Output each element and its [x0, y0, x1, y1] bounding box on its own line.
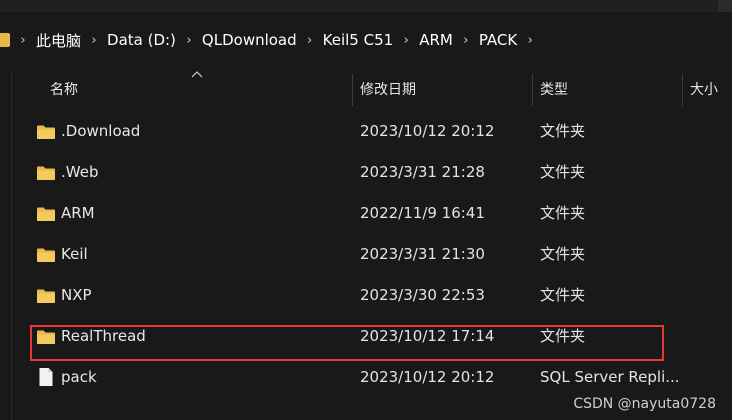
file-date: 2023/10/12 20:12: [360, 122, 495, 140]
file-type: 文件夹: [540, 122, 586, 140]
file-date: 2022/11/9 16:41: [360, 204, 485, 222]
folder-icon: [37, 289, 55, 303]
chevron-right-icon[interactable]: ›: [393, 33, 419, 48]
chevron-right-icon[interactable]: ›: [176, 33, 202, 48]
breadcrumb-item-qldownload[interactable]: QLDownload: [202, 31, 297, 49]
column-header-name[interactable]: 名称: [50, 72, 78, 108]
file-row[interactable]: pack 2023/10/12 20:12 SQL Server Repli..…: [0, 357, 732, 397]
file-name: NXP: [61, 286, 92, 304]
file-name: pack: [61, 368, 97, 386]
file-name: RealThread: [61, 327, 146, 345]
file-type: 文件夹: [540, 327, 586, 345]
breadcrumb-item-data-drive[interactable]: Data (D:): [107, 31, 176, 49]
chevron-right-icon: ›: [20, 32, 26, 48]
chevron-right-icon[interactable]: ›: [81, 33, 107, 48]
file-type: 文件夹: [540, 245, 586, 263]
folder-icon: [0, 33, 10, 47]
breadcrumb-item-this-pc[interactable]: 此电脑: [36, 30, 81, 51]
folder-icon: [37, 125, 55, 139]
file-date: 2023/10/12 20:12: [360, 368, 495, 386]
file-date: 2023/3/30 22:53: [360, 286, 485, 304]
column-divider[interactable]: [352, 74, 353, 106]
chevron-right-icon[interactable]: ›: [453, 33, 479, 48]
file-date: 2023/10/12 17:14: [360, 327, 495, 345]
column-divider[interactable]: [682, 74, 683, 106]
folder-icon: [37, 330, 55, 344]
file-type: 文件夹: [540, 204, 586, 222]
watermark: CSDN @nayuta0728: [573, 396, 716, 412]
column-header-date[interactable]: 修改日期: [360, 72, 416, 108]
file-row[interactable]: Keil 2023/3/31 21:30 文件夹: [0, 234, 732, 274]
file-name: .Download: [61, 122, 141, 140]
file-type: 文件夹: [540, 163, 586, 181]
file-row[interactable]: RealThread 2023/10/12 17:14 文件夹: [0, 316, 732, 356]
breadcrumb-item-pack[interactable]: PACK: [479, 31, 517, 49]
column-header-size[interactable]: 大小: [690, 72, 718, 108]
file-name: .Web: [61, 163, 99, 181]
file-type: 文件夹: [540, 286, 586, 304]
column-header-row: 名称 修改日期 类型 大小: [0, 72, 732, 108]
column-header-type[interactable]: 类型: [540, 72, 568, 108]
folder-icon: [37, 248, 55, 262]
chevron-right-icon[interactable]: ›: [297, 33, 323, 48]
breadcrumb-item-arm[interactable]: ARM: [419, 31, 453, 49]
file-explorer-window: › 此电脑 › Data (D:) › QLDownload › Keil5 C…: [0, 0, 732, 420]
chevron-right-icon[interactable]: ›: [517, 33, 543, 48]
file-row[interactable]: .Download 2023/10/12 20:12 文件夹: [0, 111, 732, 151]
file-type: SQL Server Repli...: [540, 368, 680, 386]
folder-icon: [37, 207, 55, 221]
file-row[interactable]: NXP 2023/3/30 22:53 文件夹: [0, 275, 732, 315]
file-row[interactable]: .Web 2023/3/31 21:28 文件夹: [0, 152, 732, 192]
breadcrumb-item-keil5-c51[interactable]: Keil5 C51: [323, 31, 394, 49]
file-name: Keil: [61, 245, 88, 263]
file-icon: [39, 368, 53, 386]
file-row[interactable]: ARM 2022/11/9 16:41 文件夹: [0, 193, 732, 233]
folder-icon: [37, 166, 55, 180]
file-date: 2023/3/31 21:28: [360, 163, 485, 181]
file-date: 2023/3/31 21:30: [360, 245, 485, 263]
breadcrumb: › 此电脑 › Data (D:) › QLDownload › Keil5 C…: [0, 22, 732, 58]
title-strip: [0, 0, 732, 12]
file-name: ARM: [61, 204, 95, 222]
window-accent: [718, 0, 732, 12]
column-divider[interactable]: [532, 74, 533, 106]
